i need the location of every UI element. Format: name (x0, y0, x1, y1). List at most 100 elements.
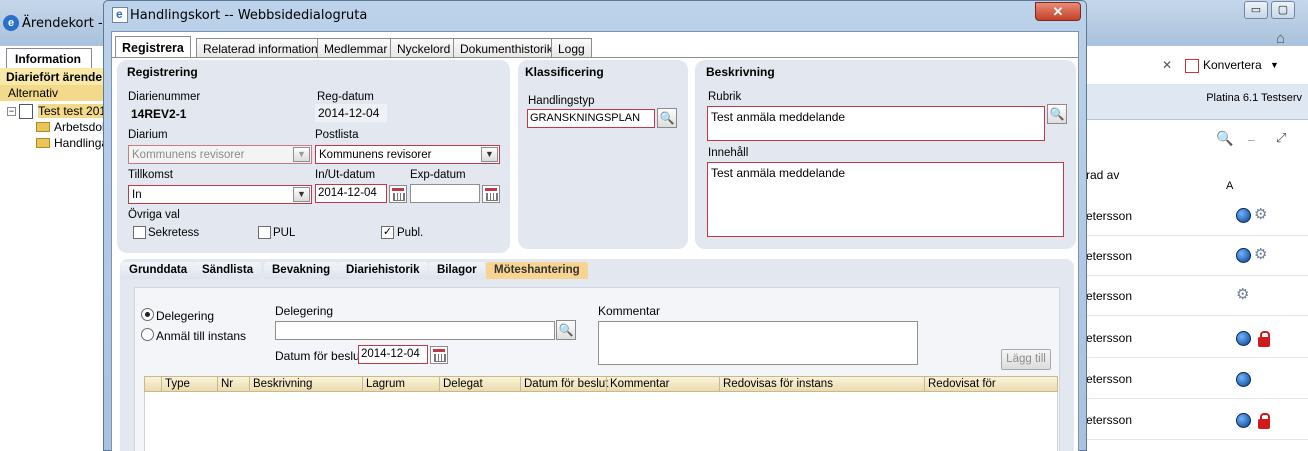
innehall-label: Innehåll (708, 147, 749, 159)
kommentar-textarea[interactable] (598, 321, 918, 365)
calendar-icon[interactable] (430, 346, 448, 364)
diarium-select: Kommunens revisorer ▼ (128, 145, 312, 164)
list-item[interactable]: etersson (1086, 400, 1308, 440)
tab-information[interactable]: Information (6, 48, 92, 68)
column-header-redovisas-for-instans[interactable]: Redovisas för instans (719, 377, 924, 391)
delegering-input[interactable] (275, 321, 555, 340)
lagg-till-button[interactable]: Lägg till (1001, 349, 1051, 370)
tree-item-case[interactable]: Test test 2014 (38, 104, 104, 118)
column-header-delegat[interactable]: Delegat (439, 377, 520, 391)
subtab-grunddata[interactable]: Grunddata (121, 262, 196, 279)
background-minimize-button[interactable]: ▭ (1244, 1, 1268, 19)
tree-item-handlingar[interactable]: Handlingar (54, 136, 104, 150)
tab-logg[interactable]: Logg (551, 38, 592, 57)
column-header-nr[interactable]: Nr (217, 377, 249, 391)
dialog-page-icon (112, 7, 128, 23)
rubrik-search-button[interactable]: 🔍 (1047, 104, 1067, 124)
search-icon[interactable]: 🔍 (1216, 130, 1233, 147)
minimize-icon[interactable]: _ (1248, 128, 1255, 142)
list-item[interactable]: etersson ⚙ (1086, 276, 1308, 316)
innehall-textarea[interactable]: Test anmäla meddelande (707, 162, 1064, 237)
klassificering-title: Klassificering (525, 65, 604, 79)
convert-dropdown-icon[interactable]: ▼ (1270, 60, 1279, 70)
subtab-moteshantering[interactable]: Möteshantering (486, 262, 588, 279)
tillkomst-select[interactable]: In ▼ (128, 185, 312, 204)
globe-icon (1236, 331, 1251, 346)
alternativ-menu[interactable]: Alternativ (0, 85, 104, 101)
tab-nyckelord[interactable]: Nyckelord (390, 38, 458, 57)
column-header-registered-by[interactable]: rad av (1086, 168, 1119, 182)
list-item[interactable]: etersson ⚙ (1086, 236, 1308, 276)
handlingskort-dialog: Handlingskort -- Webbsidedialogruta ✕ Re… (103, 0, 1087, 451)
publ-label: Publ. (397, 227, 424, 239)
subtab-bar: Grunddata Sändlista Bevakning Diariehist… (120, 259, 1074, 279)
expand-icon[interactable]: ⤢ (1276, 130, 1286, 146)
postlista-select[interactable]: Kommunens revisorer ▼ (315, 145, 500, 164)
background-maximize-button[interactable]: ▢ (1271, 1, 1295, 19)
list-item[interactable]: etersson (1086, 359, 1308, 399)
tree-collapse-icon[interactable]: − (7, 107, 16, 116)
column-header-lagrum[interactable]: Lagrum (362, 377, 439, 391)
convert-button[interactable]: Konvertera (1203, 58, 1262, 72)
calendar-icon[interactable] (482, 185, 500, 203)
home-icon[interactable]: ⌂ (1276, 30, 1285, 47)
column-header-beskrivning[interactable]: Beskrivning (249, 377, 362, 391)
pul-label: PUL (273, 227, 296, 239)
gear-icon: ⚙ (1254, 206, 1268, 223)
column-header-kommentar[interactable]: Kommentar (606, 377, 719, 391)
gear-icon: ⚙ (1254, 246, 1268, 263)
background-left-pane: Information Diariefört ärende Alternativ… (0, 46, 104, 451)
delegering-search-button[interactable]: 🔍 (556, 320, 576, 340)
moteshantering-grid-header: Type Nr Beskrivning Lagrum Delegat Datum… (144, 376, 1058, 392)
column-header-datum-for-beslut[interactable]: Datum för beslut (520, 377, 608, 391)
toolbar-close-icon[interactable]: ✕ (1162, 58, 1172, 72)
server-label: Platina 6.1 Testserv (1206, 92, 1302, 104)
sekretess-checkbox[interactable] (133, 226, 146, 239)
kommentar-label: Kommentar (598, 304, 661, 318)
tab-medlemmar[interactable]: Medlemmar (317, 38, 395, 57)
column-header-redovisat-for[interactable]: Redovisat för (924, 377, 1057, 391)
inut-datum-input[interactable]: 2014-12-04 (315, 184, 387, 203)
handlingstyp-search-button[interactable]: 🔍 (657, 108, 677, 128)
globe-icon (1236, 248, 1251, 263)
info-band: Platina 6.1 Testserv (1086, 84, 1308, 120)
publ-checkbox[interactable]: ✓ (381, 226, 394, 239)
exp-datum-label: Exp-datum (410, 169, 466, 181)
calendar-icon[interactable] (389, 185, 407, 203)
anmal-radio[interactable] (141, 328, 154, 341)
delegering-label: Delegering (275, 304, 334, 318)
pul-checkbox[interactable] (258, 226, 271, 239)
ovriga-val-label: Övriga val (128, 209, 180, 221)
beskrivning-title: Beskrivning (706, 65, 775, 79)
datum-for-beslut-label: Datum för beslut (275, 349, 364, 363)
chevron-down-icon[interactable]: ▼ (481, 147, 498, 162)
chevron-down-icon: ▼ (293, 147, 310, 162)
case-status-strip: Diariefört ärende (0, 68, 104, 85)
ie-icon: e (3, 15, 19, 31)
subtab-bevakning[interactable]: Bevakning (264, 262, 339, 279)
column-header-type[interactable]: Type (161, 377, 217, 391)
exp-datum-input[interactable] (410, 184, 480, 203)
handlingstyp-input[interactable]: GRANSKNINGSPLAN (527, 109, 655, 128)
subtab-bilagor[interactable]: Bilagor (429, 262, 485, 279)
subtab-sandlista[interactable]: Sändlista (194, 262, 262, 279)
handlingstyp-label: Handlingstyp (528, 95, 595, 107)
rubrik-input[interactable]: Test anmäla meddelande (707, 106, 1045, 141)
chevron-down-icon[interactable]: ▼ (293, 187, 310, 202)
tab-registrera[interactable]: Registrera (115, 36, 191, 58)
tree-item-arbetsdokument[interactable]: Arbetsdokument (54, 120, 104, 134)
delegering-radio[interactable] (141, 308, 154, 321)
column-header-a[interactable]: A (1226, 180, 1233, 192)
dialog-close-button[interactable]: ✕ (1035, 2, 1081, 21)
datum-for-beslut-input[interactable]: 2014-12-04 (358, 345, 428, 364)
list-item[interactable]: etersson (1086, 318, 1308, 358)
tab-dokumenthistorik[interactable]: Dokumenthistorik (453, 38, 560, 57)
folder-icon (36, 138, 50, 148)
tab-relaterad-information[interactable]: Relaterad information (196, 38, 325, 57)
background-toolbar: ✕ Konvertera ▼ (1086, 58, 1308, 76)
inut-datum-label: In/Ut-datum (315, 169, 376, 181)
subtab-diariehistorik[interactable]: Diariehistorik (338, 262, 428, 279)
row-name: etersson (1086, 289, 1133, 303)
diarienummer-label: Diarienummer (128, 91, 201, 103)
list-item[interactable]: etersson ⚙ (1086, 196, 1308, 236)
